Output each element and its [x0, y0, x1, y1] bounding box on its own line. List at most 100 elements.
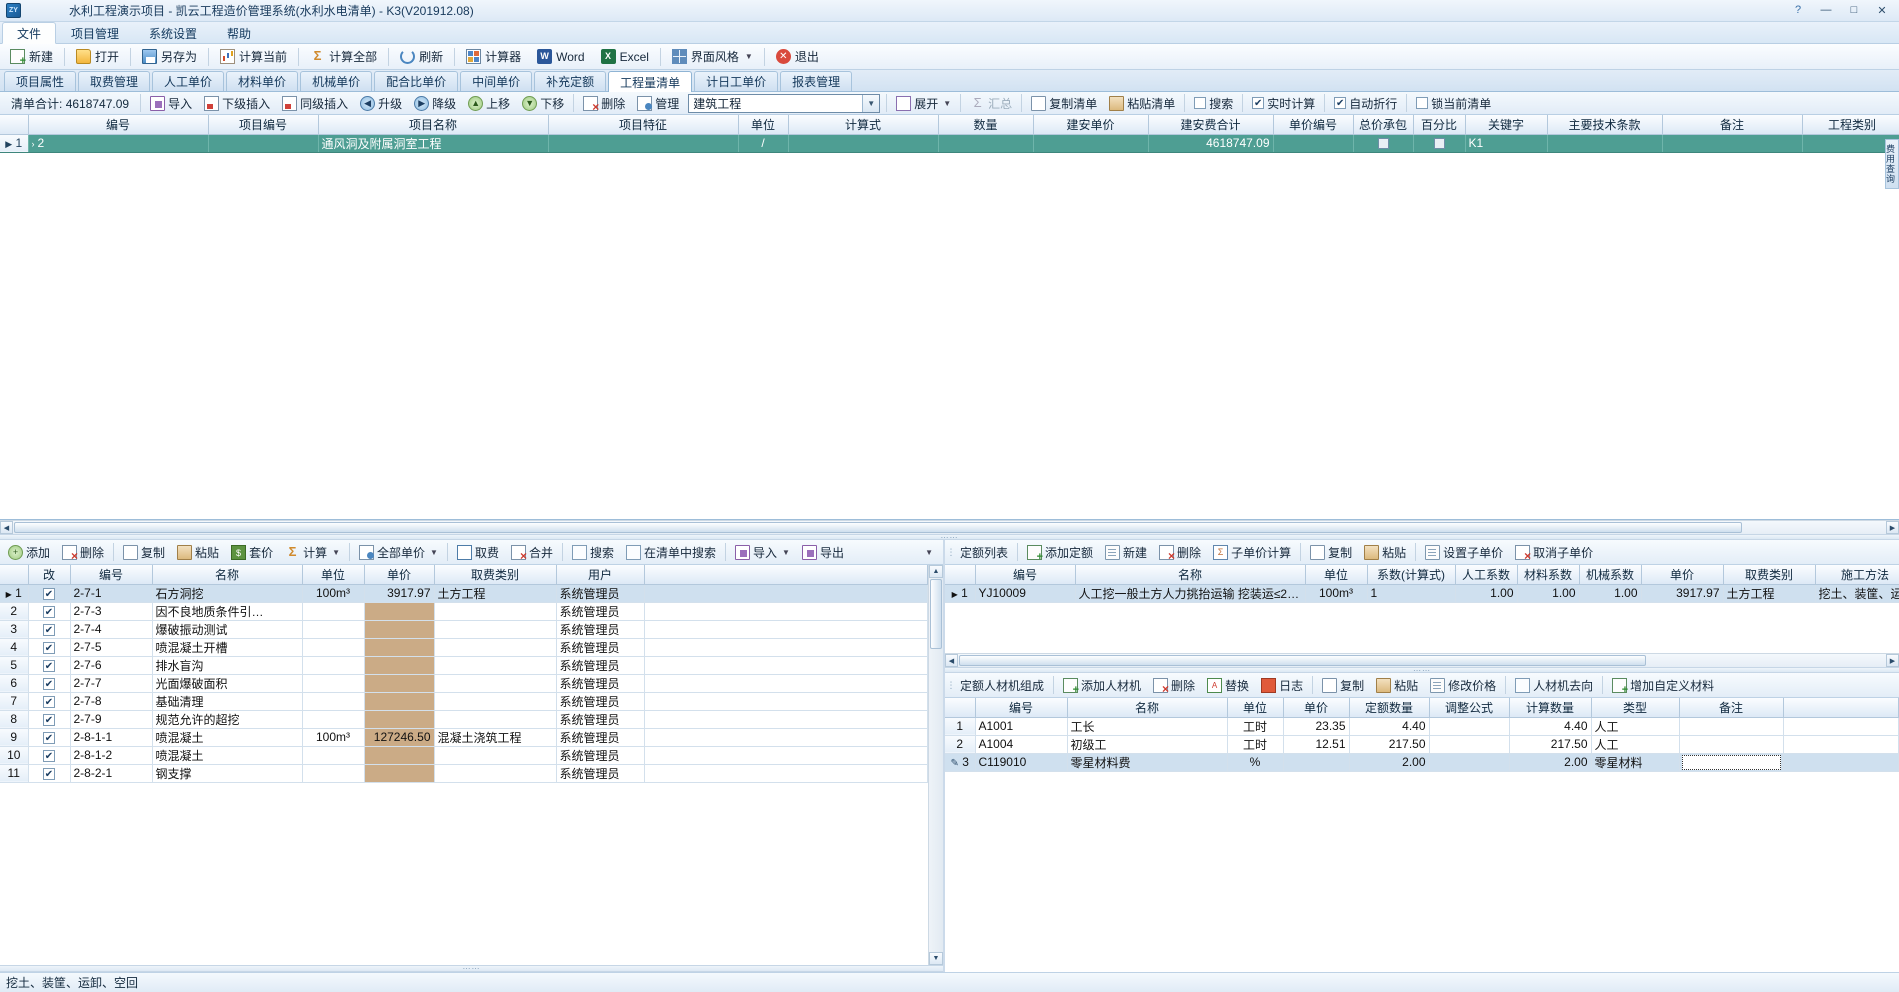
cell-remark[interactable] — [1679, 753, 1783, 771]
row-header-cell[interactable]: 6 — [0, 674, 28, 692]
cell-remark[interactable] — [1679, 717, 1783, 735]
quota-delete-button[interactable]: 删除 — [56, 542, 110, 562]
row-header-cell[interactable]: 4 — [0, 638, 28, 656]
cell-fee-category[interactable] — [434, 692, 556, 710]
col-header-name[interactable]: 名称 — [1075, 565, 1305, 584]
resource-replace-button[interactable]: A 替换 — [1201, 675, 1255, 695]
cell-fee-category[interactable] — [434, 674, 556, 692]
col-header-unit[interactable]: 单位 — [738, 115, 788, 134]
col-header-item-code[interactable]: 项目编号 — [208, 115, 318, 134]
table-row[interactable]: 10 ✔ 2-8-1-2 喷混凝土 系统管理员 — [0, 746, 928, 764]
tab-mix-ratio-price[interactable]: 配合比单价 — [374, 71, 458, 91]
cell-modified[interactable]: ✔ — [28, 620, 70, 638]
col-header-unit[interactable]: 单位 — [302, 565, 364, 584]
cell-unit[interactable] — [302, 638, 364, 656]
row-header-cell[interactable]: 9 — [0, 728, 28, 746]
scroll-right-arrow-icon[interactable]: ▶ — [1886, 521, 1899, 534]
cell-unit[interactable] — [302, 656, 364, 674]
cell-price[interactable]: 23.35 — [1283, 717, 1349, 735]
cell-modified[interactable]: ✔ — [28, 602, 70, 620]
col-header-percent[interactable]: 百分比 — [1413, 115, 1465, 134]
cell-item-code[interactable] — [208, 134, 318, 152]
modified-checkbox[interactable]: ✔ — [43, 714, 55, 726]
col-header-code[interactable]: 编号 — [70, 565, 152, 584]
cell-percent[interactable] — [1413, 134, 1465, 152]
col-header-calc-qty[interactable]: 计算数量 — [1509, 698, 1591, 717]
cell-code[interactable]: 2-7-5 — [70, 638, 152, 656]
chevron-down-icon[interactable]: ▼ — [862, 95, 879, 112]
sub-price-calc-button[interactable]: Σ 子单价计算 — [1207, 542, 1297, 562]
quota-list-delete-button[interactable]: 删除 — [1153, 542, 1207, 562]
cell-code[interactable]: 2-7-4 — [70, 620, 152, 638]
cell-calc-qty[interactable]: 2.00 — [1509, 753, 1591, 771]
col-header-unit[interactable]: 单位 — [1305, 565, 1367, 584]
cell-code[interactable]: YJ10009 — [975, 584, 1075, 602]
scroll-right-arrow-icon[interactable]: ▶ — [1886, 654, 1899, 667]
scroll-thumb[interactable] — [930, 579, 942, 649]
tab-quantity-list[interactable]: 工程量清单 — [608, 71, 692, 92]
cell-fee-category[interactable] — [434, 602, 556, 620]
insert-sibling-button[interactable]: 同级插入 — [276, 93, 354, 113]
cell-code[interactable]: A1001 — [975, 717, 1067, 735]
toolbar-drag-handle[interactable]: ⋮ — [947, 680, 954, 691]
toolbar-overflow-chevron-icon[interactable]: ▼ — [925, 548, 941, 557]
table-row[interactable]: ▶ 1 ›2 通风洞及附属洞室工程 / 4618747.09 K1 — [0, 134, 1899, 152]
scroll-left-arrow-icon[interactable]: ◀ — [0, 521, 13, 534]
col-header-item-feature[interactable]: 项目特征 — [548, 115, 738, 134]
table-row[interactable]: 7 ✔ 2-7-8 基础清理 系统管理员 — [0, 692, 928, 710]
realtime-calc-checkbox-item[interactable]: ✔ 实时计算 — [1246, 93, 1321, 113]
col-header-formula[interactable]: 计算式 — [788, 115, 938, 134]
cell-fee-category[interactable]: 土方工程 — [434, 584, 556, 602]
cell-code[interactable]: 2-7-3 — [70, 602, 152, 620]
cell-price[interactable] — [364, 620, 434, 638]
insert-child-button[interactable]: 下级插入 — [198, 93, 276, 113]
cell-type[interactable]: 零星材料 — [1591, 753, 1679, 771]
quota-fee-button[interactable]: 取费 — [451, 542, 505, 562]
cell-formula[interactable] — [788, 134, 938, 152]
cell-unit[interactable]: / — [738, 134, 788, 152]
cell-name[interactable]: 光面爆破面积 — [152, 674, 302, 692]
cell-modified[interactable]: ✔ — [28, 710, 70, 728]
cell-unit-price[interactable] — [1033, 134, 1148, 152]
cell-code[interactable]: ›2 — [28, 134, 208, 152]
quota-items-vertical-scrollbar[interactable]: ▲ ▼ — [928, 565, 943, 965]
cell-modified[interactable]: ✔ — [28, 656, 70, 674]
copy-list-button[interactable]: 复制清单 — [1025, 93, 1103, 113]
col-header-keyword[interactable]: 关键字 — [1465, 115, 1547, 134]
auto-wrap-checkbox-item[interactable]: ✔ 自动折行 — [1328, 93, 1403, 113]
add-custom-material-button[interactable]: 增加自定义材料 — [1606, 675, 1720, 695]
table-row[interactable]: 8 ✔ 2-7-9 规范允许的超挖 系统管理员 — [0, 710, 928, 728]
col-header-adjust-formula[interactable]: 调整公式 — [1429, 698, 1509, 717]
menu-item-settings[interactable]: 系统设置 — [134, 22, 212, 43]
col-header-item-name[interactable]: 项目名称 — [318, 115, 548, 134]
cell-modified[interactable]: ✔ — [28, 746, 70, 764]
cell-name[interactable]: 喷混凝土 — [152, 728, 302, 746]
scroll-thumb[interactable] — [14, 522, 1742, 533]
lumpsum-checkbox[interactable] — [1357, 135, 1410, 152]
modified-checkbox[interactable]: ✔ — [43, 606, 55, 618]
cell-code[interactable]: 2-7-6 — [70, 656, 152, 674]
col-header-code[interactable]: 编号 — [975, 698, 1067, 717]
cell-price[interactable]: 127246.50 — [364, 728, 434, 746]
col-header-price[interactable]: 单价 — [1283, 698, 1349, 717]
quota-list-horizontal-scrollbar[interactable]: ◀ ▶ — [945, 653, 1899, 667]
cell-remark[interactable] — [1662, 134, 1802, 152]
cell-code[interactable]: 2-7-9 — [70, 710, 152, 728]
modified-checkbox[interactable]: ✔ — [43, 642, 55, 654]
resource-usage-button[interactable]: 人材机去向 — [1509, 675, 1599, 695]
row-header-cell[interactable]: 8 — [0, 710, 28, 728]
quota-new-button[interactable]: 新建 — [1099, 542, 1153, 562]
menu-item-project[interactable]: 项目管理 — [56, 22, 134, 43]
tab-machine-price[interactable]: 机械单价 — [300, 71, 372, 91]
cell-adjust-formula[interactable] — [1429, 717, 1509, 735]
cell-price[interactable] — [364, 638, 434, 656]
toolbar-exit-button[interactable]: ✕ 退出 — [768, 46, 827, 68]
row-header-cell[interactable]: 10 — [0, 746, 28, 764]
cell-unit[interactable] — [302, 764, 364, 782]
col-header-fee-category[interactable]: 取费类别 — [1723, 565, 1815, 584]
col-header-tech-clause[interactable]: 主要技术条款 — [1547, 115, 1662, 134]
cell-code[interactable]: 2-7-1 — [70, 584, 152, 602]
col-header-lumpsum[interactable]: 总价承包 — [1353, 115, 1413, 134]
demote-button[interactable]: ▶ 降级 — [408, 93, 462, 113]
cell-fee-category[interactable]: 混凝土浇筑工程 — [434, 728, 556, 746]
